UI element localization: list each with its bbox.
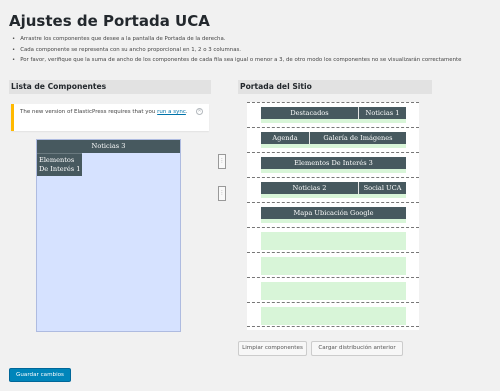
front-row[interactable]: Mapa Ubicación Google [247, 202, 419, 227]
row-slot [261, 232, 406, 250]
row-slot [261, 194, 406, 198]
clear-components-button[interactable]: Limpiar componentes [238, 341, 307, 356]
notice-text: The new version of ElasticPress requires… [20, 109, 158, 115]
front-row-empty[interactable] [247, 277, 419, 302]
components-pool[interactable]: Noticias 3 Elementos De Interés 1 [36, 139, 181, 332]
run-sync-link[interactable]: run a sync [157, 109, 186, 115]
instruction-item: Arrastre los componentes que desee a la … [12, 34, 461, 45]
instruction-item: Por favor, verifique que la suma de anch… [12, 55, 461, 66]
front-row-empty[interactable] [247, 252, 419, 277]
close-circle-icon[interactable]: ✕ [196, 108, 203, 115]
front-row-empty[interactable] [247, 302, 419, 327]
components-list-heading: Lista de Componentes [9, 80, 211, 94]
front-row[interactable]: Noticias 2 Social UCA [247, 177, 419, 202]
front-row[interactable]: Agenda Galería de Imágenes [247, 127, 419, 152]
drag-handle-icon[interactable]: ⋮ [218, 154, 226, 169]
row-slot [261, 307, 406, 325]
row-slot [261, 144, 406, 148]
elasticpress-notice: The new version of ElasticPress requires… [11, 104, 209, 131]
row-slot [261, 219, 406, 223]
load-previous-layout-button[interactable]: Cargar distribución anterior [311, 341, 403, 356]
save-changes-button[interactable]: Guardar cambios [9, 368, 71, 382]
component-noticias-3[interactable]: Noticias 3 [37, 140, 180, 153]
row-slot [261, 169, 406, 173]
instructions-list: Arrastre los componentes que desee a la … [12, 34, 461, 66]
row-slot [261, 257, 406, 275]
row-slot [261, 282, 406, 300]
drag-handle-icon[interactable]: ⋮ [218, 186, 226, 201]
front-row[interactable]: Elementos De Interés 3 [247, 152, 419, 177]
front-row-empty[interactable] [247, 227, 419, 252]
instruction-item: Cada componente se representa con su anc… [12, 45, 461, 56]
notice-text-end: . [185, 109, 188, 115]
front-row[interactable]: Destacados Noticias 1 [247, 102, 419, 127]
component-elementos-interes-1[interactable]: Elementos De Interés 1 [37, 153, 82, 176]
site-front-heading: Portada del Sitio [238, 80, 432, 94]
row-slot [261, 119, 406, 123]
page-title: Ajustes de Portada UCA [9, 12, 210, 30]
